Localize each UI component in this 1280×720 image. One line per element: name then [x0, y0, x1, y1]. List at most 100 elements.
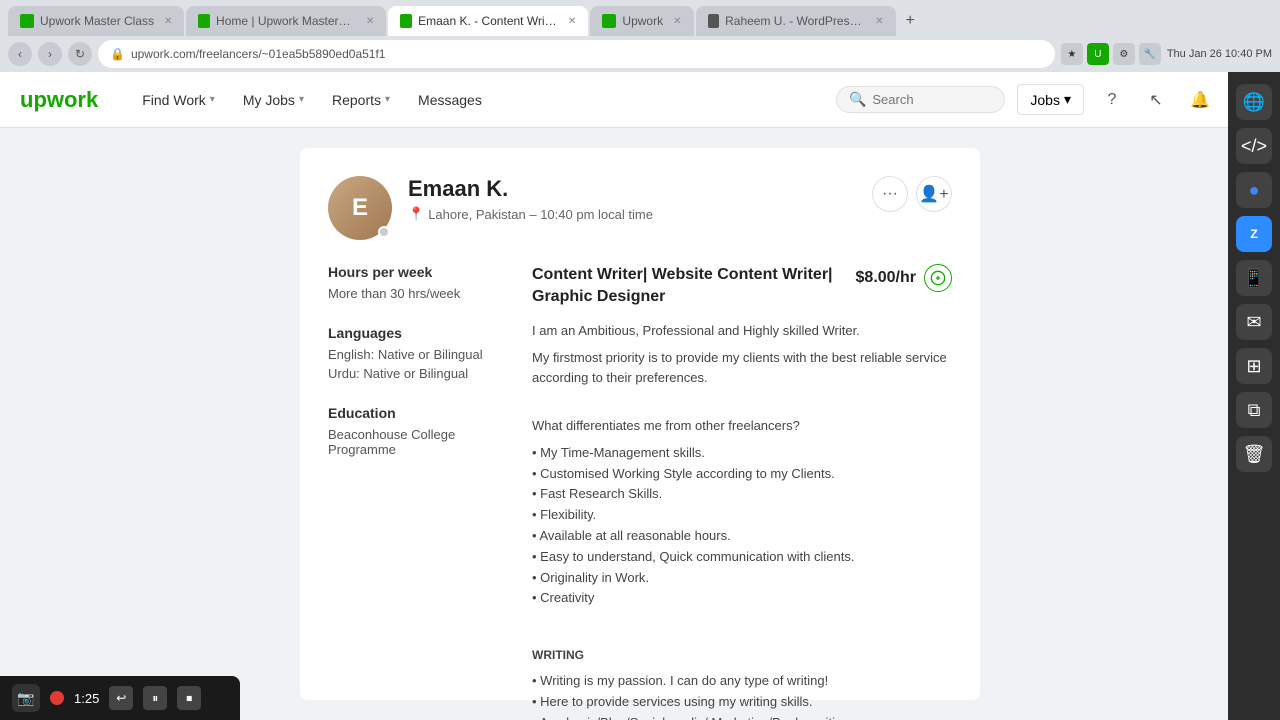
extension-icon-2[interactable]: ⚙	[1113, 43, 1135, 65]
find-work-chevron: ▾	[210, 94, 215, 105]
education-label: Education	[328, 405, 508, 421]
edit-rate-button[interactable]	[924, 264, 952, 292]
sidebar-icon-chrome[interactable]: ●	[1236, 172, 1272, 208]
profile-info: Emaan K. 📍 Lahore, Pakistan – 10:40 pm l…	[408, 176, 856, 222]
browser-chrome: Upwork Master Class ✕ Home | Upwork Mast…	[0, 0, 1280, 72]
tab-4[interactable]: Upwork ✕	[590, 6, 693, 36]
profile-body: Hours per week More than 30 hrs/week Lan…	[328, 264, 952, 720]
tab-3-close[interactable]: ✕	[568, 16, 576, 27]
sidebar-icon-zoom[interactable]: Z	[1236, 216, 1272, 252]
languages-section: Languages English: Native or Bilingual U…	[328, 325, 508, 381]
bio-line-2: My firstmost priority is to provide my c…	[532, 348, 952, 390]
camera-toggle[interactable]: 📷	[12, 684, 40, 712]
hours-label: Hours per week	[328, 264, 508, 280]
bio-question: What differentiates me from other freela…	[532, 416, 952, 437]
search-box[interactable]: 🔍	[836, 86, 1005, 113]
tab-3-favicon	[400, 14, 412, 28]
tab-1-title: Upwork Master Class	[40, 14, 154, 28]
tab-4-title: Upwork	[622, 14, 663, 28]
recording-indicator	[50, 691, 64, 705]
profile-title: Content Writer| Website Content Writer| …	[532, 264, 856, 309]
tab-2[interactable]: Home | Upwork Masterclass C... ✕	[186, 6, 386, 36]
recording-bar: 📷 1:25 ↩ ⏸ ⏹	[0, 676, 240, 720]
bookmark-icon[interactable]: ★	[1061, 43, 1083, 65]
back-button[interactable]: ‹	[8, 42, 32, 66]
tab-1-favicon	[20, 14, 34, 28]
tab-2-favicon	[198, 14, 210, 28]
tab-3-title: Emaan K. - Content Writer| W...	[418, 14, 558, 28]
tab-4-favicon	[602, 14, 616, 28]
nav-reports[interactable]: Reports ▾	[320, 84, 402, 116]
header-actions: ··· 👤+	[872, 176, 952, 212]
nav-find-work[interactable]: Find Work ▾	[130, 84, 227, 116]
time-display: Thu Jan 26 10:40 PM	[1167, 48, 1272, 60]
hours-value: More than 30 hrs/week	[328, 286, 508, 301]
sidebar-icon-trash[interactable]: 🗑	[1236, 436, 1272, 472]
tab-1[interactable]: Upwork Master Class ✕	[8, 6, 184, 36]
bio-text: I am an Ambitious, Professional and High…	[532, 321, 952, 720]
notifications-button[interactable]: 🔔	[1184, 84, 1216, 116]
writing-bullets: • Writing is my passion. I can do any ty…	[532, 671, 952, 720]
avatar-wrap: E	[328, 176, 392, 240]
sidebar-icon-globe[interactable]: 🌐	[1236, 84, 1272, 120]
title-bar: Content Writer| Website Content Writer| …	[532, 264, 952, 309]
left-column: Hours per week More than 30 hrs/week Lan…	[328, 264, 508, 720]
profile-location: 📍 Lahore, Pakistan – 10:40 pm local time	[408, 206, 856, 222]
location-icon: 📍	[408, 206, 424, 222]
tab-3[interactable]: Emaan K. - Content Writer| W... ✕	[388, 6, 588, 36]
help-button[interactable]: ?	[1096, 84, 1128, 116]
hours-section: Hours per week More than 30 hrs/week	[328, 264, 508, 301]
tab-2-close[interactable]: ✕	[366, 16, 374, 27]
tab-5-title: Raheem U. - WordPress Deve...	[725, 14, 865, 28]
address-bar-row: ‹ › ↻ 🔒 upwork.com/freelancers/~01ea5b58…	[0, 36, 1280, 72]
bio-bullets-1: • My Time-Management skills. • Customise…	[532, 443, 952, 609]
bio-line-1: I am an Ambitious, Professional and High…	[532, 321, 952, 342]
writing-heading: WRITING	[532, 646, 952, 665]
search-icon: 🔍	[849, 91, 866, 108]
upwork-logo[interactable]: upwork	[20, 87, 98, 113]
search-input[interactable]	[872, 92, 992, 107]
recording-time: 1:25	[74, 691, 99, 706]
reports-chevron: ▾	[385, 94, 390, 105]
refresh-button[interactable]: ↻	[68, 42, 92, 66]
forward-button[interactable]: ›	[38, 42, 62, 66]
cursor-button[interactable]: ↖	[1140, 84, 1172, 116]
sidebar-icon-mail[interactable]: ✉	[1236, 304, 1272, 340]
my-jobs-chevron: ▾	[299, 94, 304, 105]
toolbar-icons: ★ U ⚙ 🔧	[1061, 43, 1161, 65]
nav-messages[interactable]: Messages	[406, 84, 494, 116]
add-contact-button[interactable]: 👤+	[916, 176, 952, 212]
edit-icon	[930, 270, 946, 286]
tab-4-close[interactable]: ✕	[673, 16, 681, 27]
extension-icon-1[interactable]: U	[1087, 43, 1109, 65]
tab-5-close[interactable]: ✕	[875, 16, 883, 27]
nav-items: Find Work ▾ My Jobs ▾ Reports ▾ Messages	[130, 84, 836, 116]
nav-my-jobs[interactable]: My Jobs ▾	[231, 84, 316, 116]
sidebar-icon-grid[interactable]: ⊞	[1236, 348, 1272, 384]
sidebar-icon-code[interactable]: </>	[1236, 128, 1272, 164]
undo-button[interactable]: ↩	[109, 686, 133, 710]
tab-5-favicon	[708, 14, 720, 28]
url-text: upwork.com/freelancers/~01ea5b5890ed0a51…	[131, 47, 1043, 61]
extension-icon-3[interactable]: 🔧	[1139, 43, 1161, 65]
new-tab-button[interactable]: +	[898, 8, 923, 34]
tab-1-close[interactable]: ✕	[164, 16, 172, 27]
pause-button[interactable]: ⏸	[143, 686, 167, 710]
education-value: Beaconhouse College Programme	[328, 427, 508, 457]
right-column: Content Writer| Website Content Writer| …	[532, 264, 952, 720]
tab-5[interactable]: Raheem U. - WordPress Deve... ✕	[696, 6, 896, 36]
more-options-button[interactable]: ···	[872, 176, 908, 212]
address-bar[interactable]: 🔒 upwork.com/freelancers/~01ea5b5890ed0a…	[98, 40, 1055, 68]
stop-button[interactable]: ⏹	[177, 686, 201, 710]
nav-right: 🔍 Jobs ▾ ? ↖ 🔔 E	[836, 84, 1260, 116]
language-2: Urdu: Native or Bilingual	[328, 366, 508, 381]
profile-name: Emaan K.	[408, 176, 856, 202]
jobs-chevron: ▾	[1064, 91, 1071, 108]
tab-2-title: Home | Upwork Masterclass C...	[216, 14, 356, 28]
rate-area: $8.00/hr	[856, 264, 952, 292]
jobs-button[interactable]: Jobs ▾	[1017, 84, 1084, 115]
tab-bar: Upwork Master Class ✕ Home | Upwork Mast…	[0, 0, 1280, 36]
sidebar-icon-layers[interactable]: ⧉	[1236, 392, 1272, 428]
sidebar-icon-whatsapp[interactable]: 📱	[1236, 260, 1272, 296]
languages-label: Languages	[328, 325, 508, 341]
